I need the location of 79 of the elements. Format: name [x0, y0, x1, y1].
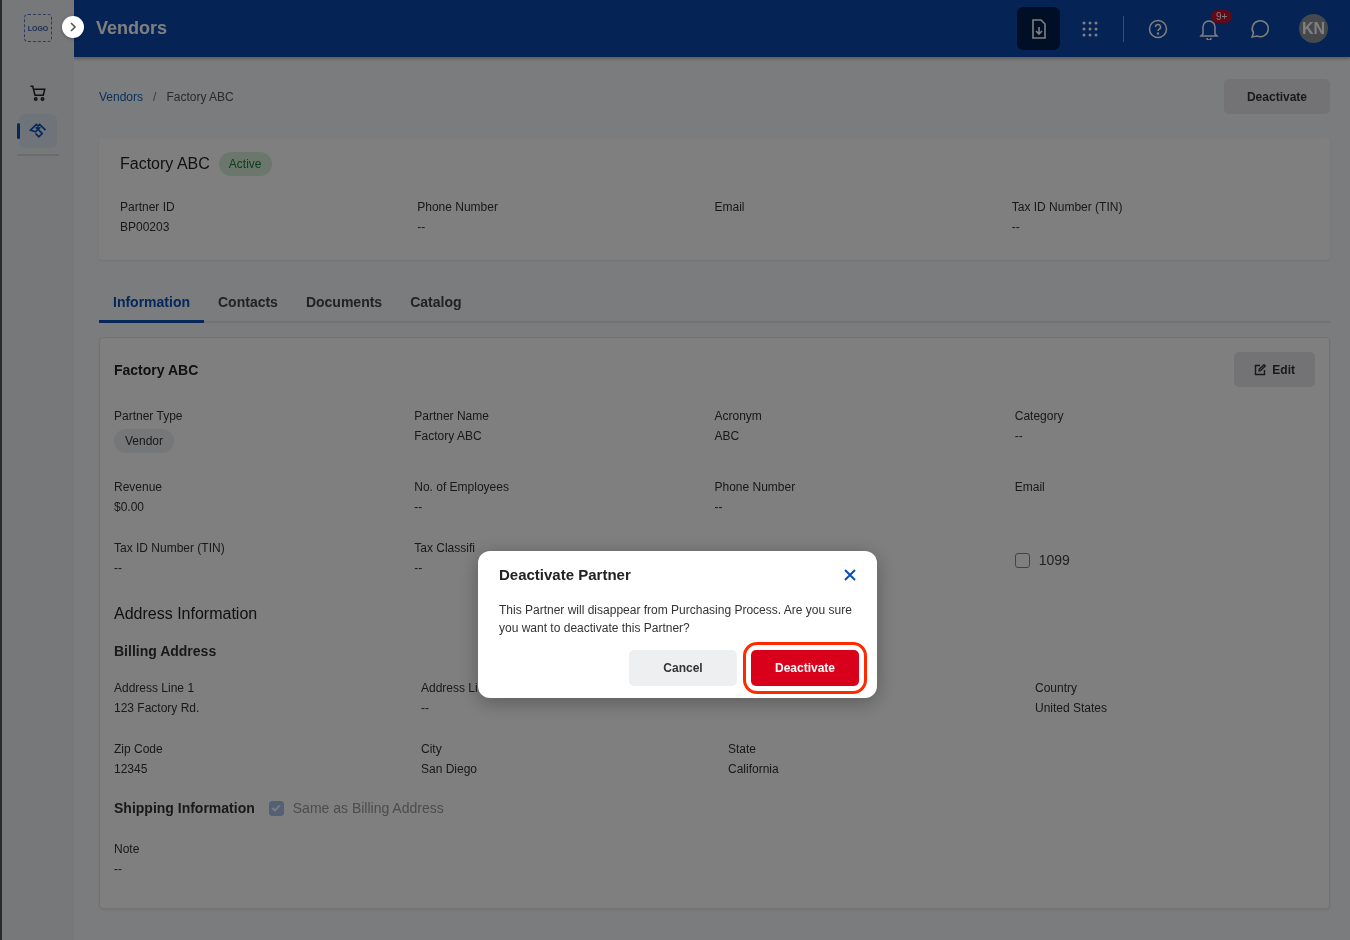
checkbox-label: 1099 — [1038, 552, 1070, 568]
notification-bell-button[interactable]: 9+ — [1187, 7, 1230, 50]
field-value: -- — [114, 862, 122, 876]
partner-type-chip: Vendor — [114, 429, 175, 453]
status-badge: Active — [218, 152, 272, 176]
download-button[interactable] — [1017, 7, 1060, 50]
dialog-message: This Partner will disappear from Purchasing Process. Are you sure you want to deactivate this Partner? — [499, 602, 853, 637]
field-label: Acronym — [714, 409, 762, 423]
field-label: Phone Number — [417, 200, 498, 214]
chevron-right-icon — [69, 22, 77, 32]
apps-grid-icon — [1080, 19, 1099, 38]
notification-badge: 9+ — [1211, 10, 1233, 23]
field-label: Address Line 1 — [114, 681, 195, 695]
field-label: Email — [714, 200, 745, 214]
edit-icon — [1254, 363, 1267, 376]
field-value: California — [728, 762, 779, 776]
field-label: Tax Classifi — [414, 541, 475, 555]
breadcrumb-link[interactable]: Vendors — [99, 89, 144, 104]
field-value: -- — [114, 561, 122, 575]
section-title: Address Information — [114, 605, 258, 623]
field-value: -- — [414, 500, 423, 514]
deactivate-button[interactable]: Deactivate — [1223, 79, 1330, 114]
nav-item[interactable] — [19, 114, 57, 148]
cart-icon — [29, 84, 47, 102]
field-label: Address Li — [421, 681, 478, 695]
checkbox[interactable] — [268, 800, 284, 816]
help-icon — [1147, 18, 1168, 39]
field-value: -- — [714, 500, 723, 514]
field-label: Partner Name — [414, 409, 489, 423]
tab[interactable]: Documents — [291, 286, 397, 323]
field-value: -- — [421, 701, 429, 715]
edit-button[interactable]: Edit — [1234, 352, 1315, 387]
checkbox[interactable] — [1014, 552, 1030, 568]
field-label: Partner ID — [120, 200, 175, 214]
field-value: -- — [1011, 220, 1020, 234]
handshake-icon — [28, 121, 48, 141]
page-title: Vendors — [96, 18, 169, 39]
field-label: Partner Type — [114, 409, 183, 423]
section-title: Factory ABC — [114, 361, 199, 378]
field-label: No. of Employees — [414, 480, 509, 494]
field-value: 12345 — [114, 762, 148, 776]
download-icon — [1029, 18, 1048, 39]
tab[interactable]: Catalog — [396, 286, 476, 323]
cancel-button[interactable]: Cancel — [629, 650, 737, 686]
field-value: -- — [414, 561, 423, 575]
field-label: Tax ID Number (TIN) — [114, 541, 225, 555]
field-label: Tax ID Number (TIN) — [1011, 200, 1123, 214]
subsection-title: Shipping Information — [114, 800, 255, 816]
field-value: San Diego — [421, 762, 478, 776]
field-value: BP00203 — [120, 220, 170, 234]
dialog-title: Deactivate Partner — [499, 566, 631, 583]
close-button[interactable] — [844, 568, 856, 581]
field-label: Country — [1035, 681, 1078, 695]
field-value: ABC — [714, 429, 740, 443]
field-label: Revenue — [114, 480, 163, 494]
subsection-title: Billing Address — [114, 643, 217, 659]
field-value: Factory ABC — [414, 429, 482, 443]
breadcrumb-separator: / — [153, 89, 157, 104]
field-label: Zip Code — [114, 742, 163, 756]
field-value: -- — [417, 220, 426, 234]
close-icon — [844, 568, 856, 581]
confirm-button[interactable]: Deactivate — [751, 650, 859, 686]
breadcrumb-current: Factory ABC — [166, 89, 234, 104]
tab[interactable]: Information — [99, 286, 204, 323]
partner-name: Factory ABC — [120, 155, 210, 173]
tab[interactable]: Contacts — [204, 286, 292, 323]
field-value: United States — [1035, 701, 1108, 715]
field-label: Email — [1014, 480, 1045, 494]
field-label: City — [421, 742, 442, 756]
field-label: State — [728, 742, 757, 756]
field-value: $0.00 — [114, 500, 145, 514]
field-value: 123 Factory Rd. — [114, 701, 200, 715]
check-icon — [271, 803, 282, 813]
field-label: Category — [1014, 409, 1064, 423]
sidebar-toggle-button[interactable] — [62, 16, 84, 38]
field-label: Phone Number — [714, 480, 796, 494]
field-label: Note — [114, 842, 140, 856]
chat-icon — [1248, 17, 1271, 40]
field-value: -- — [1014, 429, 1023, 443]
